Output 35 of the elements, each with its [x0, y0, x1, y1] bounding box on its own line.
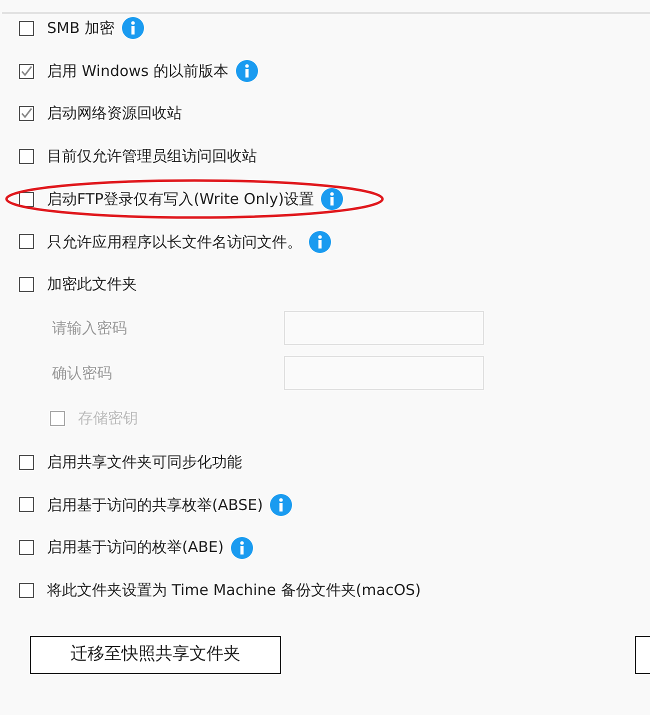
checkbox-label: SMB 加密 — [47, 18, 115, 40]
password-field[interactable] — [284, 356, 484, 390]
checkbox-label: 启用 Windows 的以前版本 — [47, 60, 228, 82]
checkbox[interactable] — [19, 64, 34, 79]
checkbox-label: 启用基于访问的共享枚举(ABSE) — [47, 494, 263, 516]
checkbox-label: 启用基于访问的枚举(ABE) — [47, 537, 224, 558]
checkbox[interactable] — [19, 148, 34, 164]
info-icon[interactable] — [321, 188, 344, 210]
checkbox-label: 只允许应用程序以长文件名访问文件。 — [47, 232, 302, 253]
checkbox-label: 启用共享文件夹可同步化功能 — [47, 452, 242, 473]
password-field[interactable] — [284, 311, 484, 346]
info-icon[interactable] — [270, 494, 292, 516]
checkbox-label: 加密此文件夹 — [47, 274, 137, 296]
checkbox[interactable] — [19, 106, 34, 122]
checkbox[interactable] — [19, 192, 34, 207]
checkbox-label: 目前仅允许管理员组访问回收站 — [47, 146, 257, 168]
checkbox[interactable] — [19, 582, 34, 598]
checkbox-label: 将此文件夹设置为 Time Machine 备份文件夹(macOS) — [47, 580, 421, 601]
info-icon[interactable] — [236, 60, 258, 82]
field-label: 确认密码 — [51, 363, 113, 384]
migrate-button[interactable]: 迁移至快照共享文件夹 — [30, 636, 281, 674]
field-label: 请输入密码 — [51, 318, 128, 340]
info-icon[interactable] — [309, 230, 331, 253]
button[interactable] — [635, 636, 650, 674]
checkbox[interactable] — [19, 497, 34, 512]
checkbox[interactable] — [19, 234, 34, 250]
checkbox-label: 启动FTP登录仅有写入(Write Only)设置 — [47, 188, 314, 210]
checkbox[interactable] — [19, 276, 34, 292]
checkbox[interactable] — [19, 540, 34, 556]
checkbox-label: 存储密钥 — [78, 408, 138, 430]
checkbox-label: 启动网络资源回收站 — [47, 103, 182, 124]
checkbox[interactable] — [19, 20, 34, 36]
info-icon[interactable] — [122, 17, 144, 40]
info-icon[interactable] — [230, 536, 253, 559]
checkbox[interactable] — [19, 454, 34, 470]
